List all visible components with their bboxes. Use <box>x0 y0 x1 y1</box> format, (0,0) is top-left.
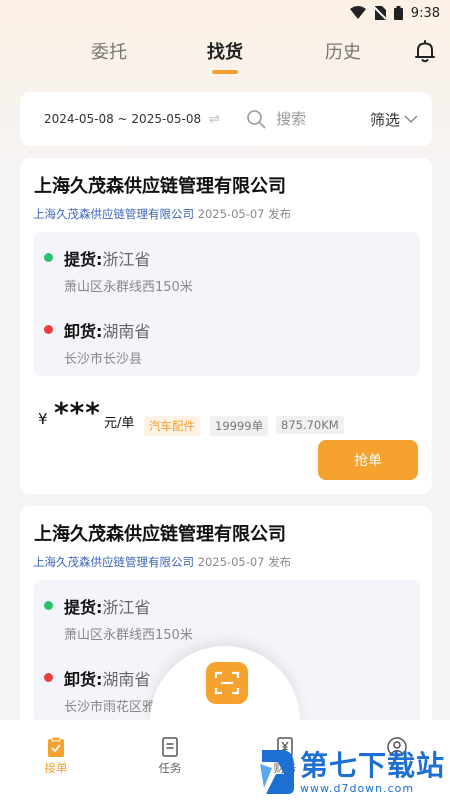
active-tab-indicator <box>212 70 238 74</box>
tab-find-goods-label: 找货 <box>207 42 243 63</box>
unload-dot <box>44 673 53 682</box>
price-value: *** <box>54 396 101 429</box>
filter-button[interactable]: 筛选 <box>370 109 418 130</box>
order-card[interactable]: 上海久茂森供应链管理有限公司 上海久茂森供应链管理有限公司 2025-05-07… <box>20 158 432 494</box>
price-row: ¥ *** 元/单 汽车配件 19999单 875.70KM <box>38 396 418 436</box>
pickup-dot <box>44 253 53 262</box>
nav-item-orders[interactable]: 接单 <box>31 736 81 776</box>
unload-title: 卸货:湖南省 <box>64 318 150 342</box>
tab-history[interactable]: 历史 <box>308 38 378 64</box>
scan-button[interactable] <box>206 662 248 704</box>
publish-date: 2025-05-07 发布 <box>197 207 292 221</box>
unload-label: 卸货: <box>64 670 103 689</box>
order-meta: 上海久茂森供应链管理有限公司 2025-05-07 发布 <box>33 554 291 570</box>
scan-icon <box>214 671 240 695</box>
pickup-label: 提货: <box>64 598 103 617</box>
nav-item-tasks[interactable]: 任务 <box>145 736 195 776</box>
unload-address: 长沙市长沙县 <box>64 352 143 367</box>
unload-title: 卸货:湖南省 <box>64 666 150 690</box>
unload-address: 长沙市雨花区雅 <box>64 700 156 715</box>
search-filter-bar: 2024-05-08 ~ 2025-05-08 ⇌ 筛选 <box>20 92 432 146</box>
watermark-title: 第七下载站 <box>300 749 446 782</box>
search-input[interactable] <box>276 110 347 128</box>
distance-tag: 875.70KM <box>276 416 344 434</box>
pickup-title: 提货:浙江省 <box>64 246 150 270</box>
company-name: 上海久茂森供应链管理有限公司 <box>34 176 286 197</box>
nav-tasks-label: 任务 <box>158 761 182 775</box>
unload-dot <box>44 325 53 334</box>
publish-date: 2025-05-07 发布 <box>197 555 292 569</box>
pickup-dot <box>44 601 53 610</box>
order-meta: 上海久茂森供应链管理有限公司 2025-05-07 发布 <box>33 206 291 222</box>
unload-label: 卸货: <box>64 322 103 341</box>
pickup-province: 浙江省 <box>102 250 151 269</box>
clipboard-icon <box>48 736 64 757</box>
watermark-url: www.d7down.com <box>300 782 415 795</box>
currency-symbol: ¥ <box>38 410 48 428</box>
publisher-link[interactable]: 上海久茂森供应链管理有限公司 <box>33 555 194 569</box>
unload-province: 湖南省 <box>102 670 151 689</box>
search-icon <box>246 109 266 129</box>
pickup-title: 提货:浙江省 <box>64 594 150 618</box>
grab-order-button[interactable]: 抢单 <box>318 440 418 480</box>
tab-entrust[interactable]: 委托 <box>74 38 144 64</box>
watermark: 第七下载站 www.d7down.com <box>254 740 450 800</box>
task-list-icon <box>162 737 178 757</box>
order-count-tag: 19999单 <box>210 416 269 436</box>
chevron-down-icon <box>404 115 418 124</box>
filter-label: 筛选 <box>369 110 400 129</box>
pickup-label: 提货: <box>64 250 103 269</box>
pickup-address: 萧山区永群线西150米 <box>64 628 193 643</box>
top-tabs: 委托 找货 历史 <box>0 26 450 78</box>
date-range-picker[interactable]: 2024-05-08 ~ 2025-05-08 <box>44 112 201 126</box>
pickup-address: 萧山区永群线西150米 <box>64 280 193 295</box>
no-sim-icon <box>373 6 386 20</box>
tab-find-goods[interactable]: 找货 <box>190 38 260 74</box>
company-name: 上海久茂森供应链管理有限公司 <box>34 524 286 545</box>
cargo-category-tag: 汽车配件 <box>144 416 200 436</box>
status-time: 9:38 <box>410 5 440 21</box>
route-box: 提货:浙江省 萧山区永群线西150米 卸货:湖南省 长沙市长沙县 <box>34 232 420 376</box>
nav-orders-label: 接单 <box>44 761 68 775</box>
price-unit: 元/单 <box>104 416 135 431</box>
pickup-province: 浙江省 <box>102 598 151 617</box>
status-bar: 9:38 <box>0 0 450 26</box>
battery-icon <box>393 6 403 20</box>
swap-icon: ⇌ <box>209 111 221 127</box>
publisher-link[interactable]: 上海久茂森供应链管理有限公司 <box>33 207 194 221</box>
d7down-logo-icon <box>260 750 294 794</box>
bell-icon[interactable] <box>412 38 438 64</box>
wifi-icon <box>349 6 366 19</box>
unload-province: 湖南省 <box>102 322 151 341</box>
